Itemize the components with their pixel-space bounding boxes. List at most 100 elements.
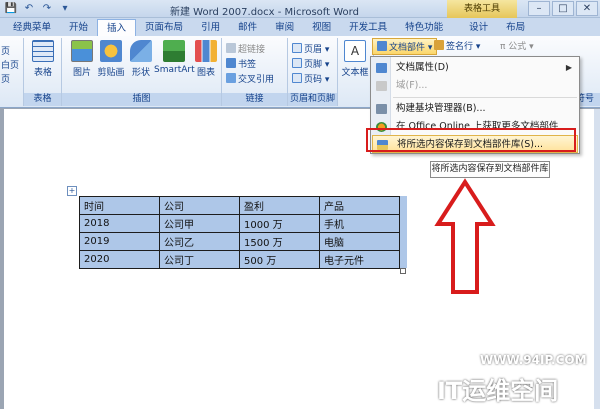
cross-reference-icon xyxy=(226,73,236,83)
menu-item-field[interactable]: 域(F)... xyxy=(372,77,578,95)
group-links-label: 链接 xyxy=(222,93,287,106)
picture-icon xyxy=(71,40,93,62)
save-icon[interactable]: 💾 xyxy=(4,2,18,15)
chart-button-label: 图表 xyxy=(196,68,215,78)
footer-label: 页脚 xyxy=(304,60,323,70)
clipart-button-label: 剪贴画 xyxy=(97,68,125,78)
table-header-row: 时间 公司 盈利 产品 xyxy=(79,196,400,215)
quick-parts-button[interactable]: 文档部件 ▾ xyxy=(372,38,438,55)
table-button[interactable]: 表格 xyxy=(26,40,60,78)
equation-button[interactable]: π 公式 ▾ xyxy=(500,39,534,52)
title-bar: 💾 ↶ ↷ ▾ 新建 Word 2007.docx - Microsoft Wo… xyxy=(0,0,600,18)
watermark-url: WWW.94IP.COM xyxy=(480,353,587,367)
menu-item-building-blocks-organizer[interactable]: 构建基块管理器(B)... xyxy=(372,100,578,118)
cover-page-button[interactable]: 页 xyxy=(1,44,10,57)
signature-label: 签名行 xyxy=(446,42,474,52)
table-resize-handle[interactable] xyxy=(400,268,406,274)
menu-separator xyxy=(393,97,577,98)
quick-parts-label: 文档部件 xyxy=(389,43,426,53)
table-cell[interactable]: 电子元件 xyxy=(319,250,400,269)
hyperlink-button[interactable]: 超链接 xyxy=(226,42,265,55)
tab-developer[interactable]: 开发工具 xyxy=(340,19,396,36)
ribbon-tabs: 经典菜单 开始 插入 页面布局 引用 邮件 审阅 视图 开发工具 特色功能 设计… xyxy=(0,18,600,36)
chart-button[interactable]: 图表 xyxy=(192,40,220,78)
bookmark-label: 书签 xyxy=(238,60,257,70)
bookmark-icon xyxy=(226,58,236,68)
tab-home[interactable]: 开始 xyxy=(60,19,97,36)
footer-button[interactable]: 页脚 ▾ xyxy=(292,57,329,70)
header-cell[interactable]: 盈利 xyxy=(239,196,320,215)
shapes-button[interactable]: 形状 xyxy=(124,40,158,78)
tab-special-features[interactable]: 特色功能 xyxy=(396,19,452,36)
header-cell[interactable]: 时间 xyxy=(79,196,160,215)
table-cell[interactable]: 500 万 xyxy=(239,250,320,269)
window-controls: – □ ✕ xyxy=(528,1,598,16)
table-cell[interactable]: 1000 万 xyxy=(239,214,320,233)
table-cell[interactable]: 2019 xyxy=(79,232,160,251)
highlight-annotation-box xyxy=(366,128,576,152)
smartart-button[interactable]: SmartArt xyxy=(154,40,195,75)
clipart-button[interactable]: 剪贴画 xyxy=(94,40,128,78)
signature-line-button[interactable]: 签名行 ▾ xyxy=(434,39,480,52)
vertical-scrollbar[interactable] xyxy=(594,109,600,409)
document-properties-icon xyxy=(376,63,387,73)
clipart-icon xyxy=(100,40,122,62)
tab-mailings[interactable]: 邮件 xyxy=(229,19,266,36)
page-number-button[interactable]: 页码 ▾ xyxy=(292,72,329,85)
hyperlink-label: 超链接 xyxy=(238,45,266,55)
group-header-footer-label: 页眉和页脚 xyxy=(288,93,337,106)
table-cell[interactable]: 公司乙 xyxy=(159,232,240,251)
group-illustrations-label: 插图 xyxy=(62,93,221,106)
quick-parts-icon xyxy=(377,41,387,51)
data-table[interactable]: 时间 公司 盈利 产品 2018 公司甲 1000 万 手机 2019 公司乙 … xyxy=(79,196,400,269)
tab-insert[interactable]: 插入 xyxy=(97,19,137,36)
table-tools-context-title: 表格工具 xyxy=(447,0,517,18)
cross-reference-button[interactable]: 交叉引用 xyxy=(226,72,274,85)
table-cell[interactable]: 公司丁 xyxy=(159,250,240,269)
page-number-icon xyxy=(292,73,302,83)
table-cell[interactable]: 2020 xyxy=(79,250,160,269)
table-cell[interactable]: 2018 xyxy=(79,214,160,233)
group-tables-label: 表格 xyxy=(24,93,61,106)
tab-classic-menu[interactable]: 经典菜单 xyxy=(4,19,60,36)
header-cell[interactable]: 公司 xyxy=(159,196,240,215)
field-icon xyxy=(376,81,387,91)
cross-reference-label: 交叉引用 xyxy=(238,75,275,85)
tab-page-layout[interactable]: 页面布局 xyxy=(136,19,192,36)
close-button[interactable]: ✕ xyxy=(576,1,598,16)
smartart-icon xyxy=(163,40,185,62)
table-cell[interactable]: 手机 xyxy=(319,214,400,233)
table-row: 2020 公司丁 500 万 电子元件 xyxy=(79,250,400,269)
hyperlink-icon xyxy=(226,43,236,53)
redo-icon[interactable]: ↷ xyxy=(40,2,54,15)
header-cell[interactable]: 产品 xyxy=(319,196,400,215)
group-illustrations: 图片 剪贴画 形状 SmartArt 图表 插图 xyxy=(62,38,222,106)
header-label: 页眉 xyxy=(304,45,323,55)
table-cell[interactable]: 电脑 xyxy=(319,232,400,251)
menu-item-document-properties[interactable]: 文档属性(D) ▶ xyxy=(372,59,578,77)
customize-qat-icon[interactable]: ▾ xyxy=(58,2,72,15)
minimize-button[interactable]: – xyxy=(528,1,550,16)
tab-references[interactable]: 引用 xyxy=(192,19,229,36)
tab-view[interactable]: 视图 xyxy=(303,19,340,36)
tab-design[interactable]: 设计 xyxy=(460,19,497,36)
table-cell[interactable]: 公司甲 xyxy=(159,214,240,233)
page-break-button[interactable]: 页 xyxy=(1,72,10,85)
bookmark-button[interactable]: 书签 xyxy=(226,57,256,70)
smartart-button-label: SmartArt xyxy=(154,65,195,75)
table-row: 2018 公司甲 1000 万 手机 xyxy=(79,214,400,233)
menu-item-label: 文档属性(D) xyxy=(396,62,449,73)
table-cell[interactable]: 1500 万 xyxy=(239,232,320,251)
maximize-button[interactable]: □ xyxy=(552,1,574,16)
tab-review[interactable]: 审阅 xyxy=(266,19,303,36)
watermark-brand: IT运维空间 xyxy=(437,377,559,405)
picture-button-label: 图片 xyxy=(72,68,91,78)
table-button-label: 表格 xyxy=(33,68,52,78)
textbox-button[interactable]: A 文本框 xyxy=(338,40,372,78)
undo-icon[interactable]: ↶ xyxy=(22,2,36,15)
tab-layout[interactable]: 布局 xyxy=(497,19,534,36)
blank-page-button[interactable]: 白页 xyxy=(1,58,19,71)
header-button[interactable]: 页眉 ▾ xyxy=(292,42,329,55)
textbox-label: 文本框 xyxy=(341,68,369,78)
table-move-handle-icon[interactable]: + xyxy=(67,186,77,196)
